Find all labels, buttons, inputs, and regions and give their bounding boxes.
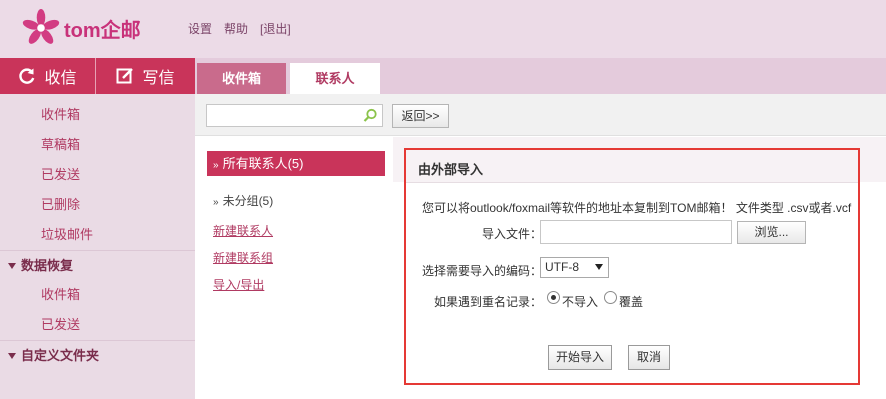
back-button[interactable]: 返回>> (392, 104, 449, 128)
radio-overwrite[interactable] (604, 291, 617, 304)
group-ungrouped-label: 未分组(5) (222, 194, 274, 208)
folder-sent[interactable]: 已发送 (0, 160, 195, 190)
panel-title: 由外部导入 (418, 162, 484, 177)
folder-deleted[interactable]: 已删除 (0, 190, 195, 220)
header: tom企邮 设置 帮助 [退出] (0, 0, 886, 58)
radio-overwrite-label[interactable]: 覆盖 (619, 293, 643, 310)
file-label: 导入文件： (482, 227, 543, 241)
folder-drafts[interactable]: 草稿箱 (0, 130, 195, 160)
folder-list: 收件箱 草稿箱 已发送 已删除 垃圾邮件 数据恢复 收件箱 已发送 自定义文件夹 (0, 100, 195, 370)
custom-folder-section[interactable]: 自定义文件夹 (0, 340, 195, 370)
encoding-select[interactable]: UTF-8 (540, 257, 609, 278)
compose-bar: 收信 写信 (0, 58, 195, 94)
receive-button[interactable]: 收信 (0, 58, 96, 94)
file-path-input[interactable] (540, 220, 732, 244)
search-icon[interactable] (363, 108, 378, 123)
group-all-label: 所有联系人(5) (222, 156, 304, 171)
write-button[interactable]: 写信 (96, 58, 195, 94)
collapse-triangle-icon (8, 262, 16, 269)
duplicate-label: 如果遇到重名记录： (434, 295, 543, 309)
flower-logo-icon (22, 9, 60, 44)
new-group-link[interactable]: 新建联系组 (213, 249, 273, 266)
data-recovery-title: 数据恢复 (21, 257, 74, 273)
recovery-sent[interactable]: 已发送 (0, 310, 195, 340)
folder-inbox[interactable]: 收件箱 (0, 100, 195, 130)
import-description: 您可以将outlook/foxmail等软件的地址本复制到TOM邮箱！ 文件类型… (422, 201, 852, 215)
dropdown-arrow-icon (595, 264, 603, 270)
radio-skip[interactable] (547, 291, 560, 304)
data-recovery-section[interactable]: 数据恢复 (0, 250, 195, 280)
logo-text: tom企邮 (64, 19, 141, 42)
help-link[interactable]: 帮助 (224, 20, 248, 37)
custom-folder-title: 自定义文件夹 (21, 347, 100, 363)
main-area: 由外部导入 您可以将outlook/foxmail等软件的地址本复制到TOM邮箱… (393, 137, 886, 399)
tab-inbox[interactable]: 收件箱 (197, 63, 286, 94)
encoding-value: UTF-8 (545, 260, 579, 274)
group-ungrouped[interactable]: » 未分组(5) (213, 192, 273, 209)
double-chevron-down-icon: » (213, 160, 219, 171)
collapse-triangle-icon (8, 352, 16, 359)
folder-spam[interactable]: 垃圾邮件 (0, 220, 195, 250)
logout-link[interactable]: [退出] (260, 20, 291, 37)
import-panel: 由外部导入 您可以将outlook/foxmail等软件的地址本复制到TOM邮箱… (404, 148, 860, 385)
settings-link[interactable]: 设置 (188, 20, 212, 37)
toolbar: 返回>> (195, 94, 886, 136)
search-input[interactable] (207, 105, 357, 126)
encoding-label: 选择需要导入的编码： (422, 264, 543, 278)
start-import-button[interactable]: 开始导入 (548, 345, 612, 370)
cancel-button[interactable]: 取消 (628, 345, 670, 370)
sidebar: 收信 写信 收件箱 草稿箱 已发送 已删除 垃圾邮件 数据恢复 收件箱 已发送 … (0, 58, 195, 399)
compose-icon (116, 68, 134, 84)
browse-button[interactable]: 浏览... (737, 221, 806, 244)
radio-skip-label[interactable]: 不导入 (562, 293, 598, 310)
receive-label: 收信 (44, 70, 77, 87)
contact-groups: » 所有联系人(5) » 未分组(5) 新建联系人 新建联系组 导入/导出 (195, 137, 393, 399)
refresh-icon (19, 68, 35, 84)
new-contact-link[interactable]: 新建联系人 (213, 222, 273, 239)
search-box (206, 104, 383, 127)
write-label: 写信 (142, 70, 175, 87)
top-links: 设置 帮助 [退出] (188, 20, 291, 37)
tab-contacts[interactable]: 联系人 (290, 63, 380, 94)
tab-bar: 收件箱 联系人 (195, 58, 886, 94)
logo[interactable]: tom企邮 (22, 8, 141, 48)
double-chevron-down-icon: » (213, 197, 219, 208)
import-export-link[interactable]: 导入/导出 (213, 276, 264, 293)
recovery-inbox[interactable]: 收件箱 (0, 280, 195, 310)
panel-title-bar: 由外部导入 (406, 150, 858, 183)
group-all-contacts[interactable]: » 所有联系人(5) (207, 151, 385, 176)
